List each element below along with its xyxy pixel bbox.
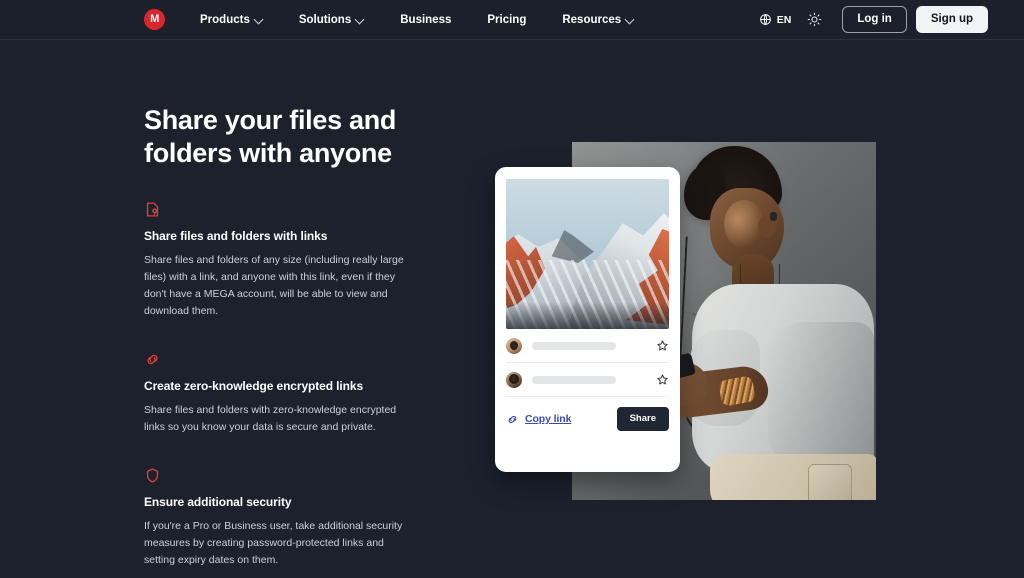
page-title: Share your files and folders with anyone bbox=[144, 104, 434, 170]
snowy-mountain-preview[interactable] bbox=[506, 179, 669, 329]
feature-encrypted-links-body: Share files and folders with zero-knowle… bbox=[144, 404, 397, 434]
nav-item-resources[interactable]: Resources bbox=[562, 10, 634, 30]
nav-item-products-label: Products bbox=[200, 13, 250, 26]
nav-item-products[interactable]: Products bbox=[200, 10, 263, 30]
earbud bbox=[770, 212, 777, 221]
contact-row[interactable] bbox=[506, 363, 669, 397]
language-label: EN bbox=[776, 13, 792, 26]
feature-additional-security: Ensure additional security If you're a P… bbox=[144, 467, 444, 569]
nav-item-business[interactable]: Business bbox=[400, 10, 451, 30]
chain-link-icon bbox=[508, 415, 517, 423]
chain-link-icon bbox=[147, 355, 158, 365]
shirt-shadow bbox=[768, 322, 874, 472]
file-link-icon bbox=[146, 202, 159, 217]
contact-name-placeholder bbox=[532, 375, 616, 384]
nav-item-pricing-label: Pricing bbox=[487, 13, 527, 26]
nav-item-pricing[interactable]: Pricing bbox=[487, 10, 526, 30]
page-title-line-2: folders with anyone bbox=[144, 138, 392, 169]
contact-avatar-2 bbox=[506, 371, 522, 388]
login-button[interactable]: Log in bbox=[842, 6, 907, 33]
nav-item-solutions-label: Solutions bbox=[298, 13, 352, 26]
feature-encrypted-links-title: Create zero-knowledge encrypted links bbox=[144, 379, 364, 394]
share-button[interactable]: Share bbox=[616, 406, 669, 432]
nav-item-business-label: Business bbox=[400, 13, 452, 26]
share-dialog-card: Copy link Share bbox=[495, 167, 680, 472]
star-outline-icon[interactable] bbox=[656, 339, 669, 352]
chevron-down-icon bbox=[255, 15, 263, 23]
mega-logo[interactable]: M bbox=[144, 9, 165, 30]
shield-icon bbox=[146, 468, 159, 483]
top-navbar: M Products Solutions Business Pricing Re… bbox=[0, 0, 1024, 40]
copy-link-button[interactable]: Copy link bbox=[506, 413, 571, 426]
page-title-line-1: Share your files and bbox=[144, 105, 397, 135]
star-outline-icon[interactable] bbox=[656, 373, 669, 386]
preview-foreground bbox=[506, 302, 669, 329]
signup-button[interactable]: Sign up bbox=[915, 6, 988, 33]
feature-additional-security-title: Ensure additional security bbox=[144, 495, 292, 510]
chevron-down-icon bbox=[356, 15, 364, 23]
chevron-down-icon bbox=[626, 15, 634, 23]
mega-logo-letter: M bbox=[150, 13, 159, 25]
globe-icon bbox=[759, 13, 771, 26]
nav-item-solutions[interactable]: Solutions bbox=[299, 10, 364, 30]
feature-share-links-title: Share files and folders with links bbox=[144, 229, 328, 244]
language-selector[interactable]: EN bbox=[759, 13, 792, 26]
feature-additional-security-body: If you're a Pro or Business user, take a… bbox=[144, 520, 403, 567]
feature-share-links: Share files and folders with links Share… bbox=[144, 201, 444, 320]
hero-left-column: Share your files and folders with anyone… bbox=[144, 104, 444, 569]
nav-links: Products Solutions Business Pricing Reso… bbox=[200, 10, 634, 30]
feature-encrypted-links: Create zero-knowledge encrypted links Sh… bbox=[144, 351, 444, 436]
contact-avatar-1 bbox=[506, 337, 522, 354]
nav-item-resources-label: Resources bbox=[562, 13, 622, 26]
sun-icon[interactable] bbox=[807, 12, 822, 27]
hero-visual: Copy link Share bbox=[490, 130, 890, 510]
share-dialog-footer: Copy link Share bbox=[506, 397, 669, 441]
trouser-pocket bbox=[808, 464, 852, 500]
contact-name-placeholder bbox=[532, 341, 616, 350]
copy-link-label: Copy link bbox=[525, 413, 572, 425]
contact-row[interactable] bbox=[506, 329, 669, 363]
nav-right-controls: EN Log in Sign up bbox=[759, 0, 1024, 40]
feature-share-links-body: Share files and folders of any size (inc… bbox=[144, 254, 404, 318]
